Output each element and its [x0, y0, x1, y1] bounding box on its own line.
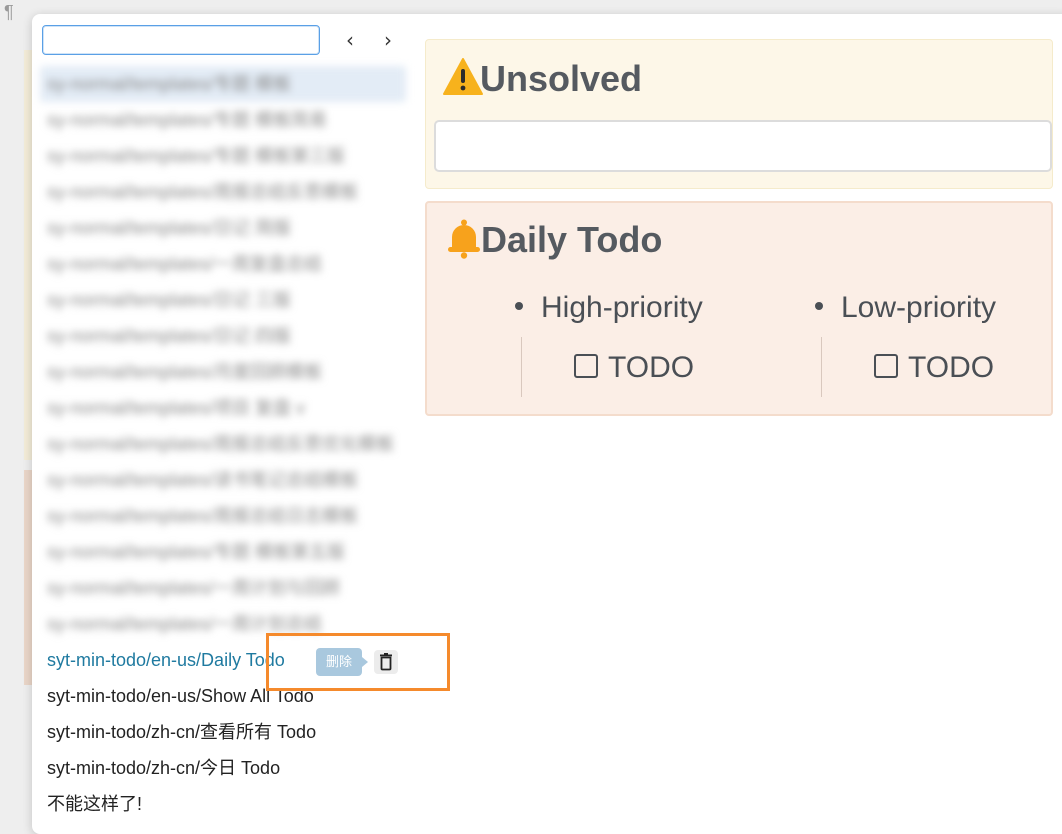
unsolved-input[interactable] [434, 120, 1052, 172]
chevron-left-icon[interactable]: ‹ [337, 26, 363, 54]
high-priority-heading: High-priority [515, 291, 703, 325]
low-priority-label: Low-priority [841, 291, 997, 324]
list-item[interactable]: sy-normal/templates/月度回顾模板 [40, 354, 406, 390]
list-item[interactable]: sy-normal/templates/一周复盘总结 [40, 246, 406, 282]
list-item[interactable]: sy-normal/templates/专题 模板第三版 [40, 138, 406, 174]
low-priority-column: Low-priority TODO [815, 291, 996, 397]
list-item[interactable]: 不能这样了! [40, 786, 406, 822]
todo-label: TODO [608, 351, 695, 384]
checkbox[interactable] [574, 354, 598, 379]
list-item[interactable]: sy-normal/templates/专题 模板 [40, 66, 406, 102]
todo-label: TODO [908, 351, 995, 384]
daily-todo-callout: Daily Todo High-priority TODO Low-priori… [425, 201, 1053, 416]
high-priority-column: High-priority TODO [515, 291, 703, 397]
highlight-box [266, 633, 450, 691]
list-item[interactable]: sy-normal/templates/项目 复盘 v [40, 390, 406, 426]
unsolved-title: Unsolved [480, 58, 643, 99]
list-item[interactable]: sy-normal/templates/专题 模板简易 [40, 102, 406, 138]
list-item[interactable]: sy-normal/templates/日记 简版 [40, 210, 406, 246]
list-item[interactable]: sy-normal/templates/日记 三版 [40, 282, 406, 318]
background-callout-strip [24, 470, 32, 685]
list-item[interactable]: sy-normal/templates/专题 模板第五版 [40, 534, 406, 570]
high-priority-label: High-priority [541, 291, 703, 324]
todo-item: TODO [574, 351, 694, 385]
low-priority-heading: Low-priority [815, 291, 996, 325]
background-callout-strip [24, 50, 32, 460]
list-item[interactable]: sy-normal/templates/一周计划与回顾 [40, 570, 406, 606]
pilcrow-mark: ¶ [4, 2, 14, 22]
unsolved-callout: Unsolved [425, 39, 1053, 189]
list-item[interactable]: sy-normal/templates/周报总结反思模板 [40, 174, 406, 210]
list-item[interactable]: syt-min-todo/zh-cn/查看所有 Todo [40, 714, 406, 750]
list-item[interactable]: sy-normal/templates/周报总结反思优化模板 [40, 426, 406, 462]
search-input[interactable] [42, 25, 320, 55]
list-item[interactable]: sy-normal/templates/读书笔记总结模板 [40, 462, 406, 498]
list-item[interactable]: sy-normal/templates/日记 四版 [40, 318, 406, 354]
bullet-icon [515, 302, 523, 311]
warning-icon [443, 58, 483, 95]
bell-icon [448, 219, 480, 259]
high-priority-list: TODO [521, 337, 722, 397]
low-priority-list: TODO [821, 337, 1022, 397]
bullet-icon [815, 302, 823, 311]
template-picker-popup: ‹ › sy-normal/templates/专题 模板 sy-normal/… [32, 14, 1062, 834]
template-list: sy-normal/templates/专题 模板 sy-normal/temp… [40, 66, 406, 822]
list-item[interactable]: sy-normal/templates/周报总结日志模板 [40, 498, 406, 534]
chevron-right-icon[interactable]: › [375, 26, 401, 54]
checkbox[interactable] [874, 354, 898, 379]
list-item[interactable]: syt-min-todo/zh-cn/今日 Todo [40, 750, 406, 786]
todo-item: TODO [874, 351, 994, 385]
daily-todo-title: Daily Todo [481, 219, 663, 260]
